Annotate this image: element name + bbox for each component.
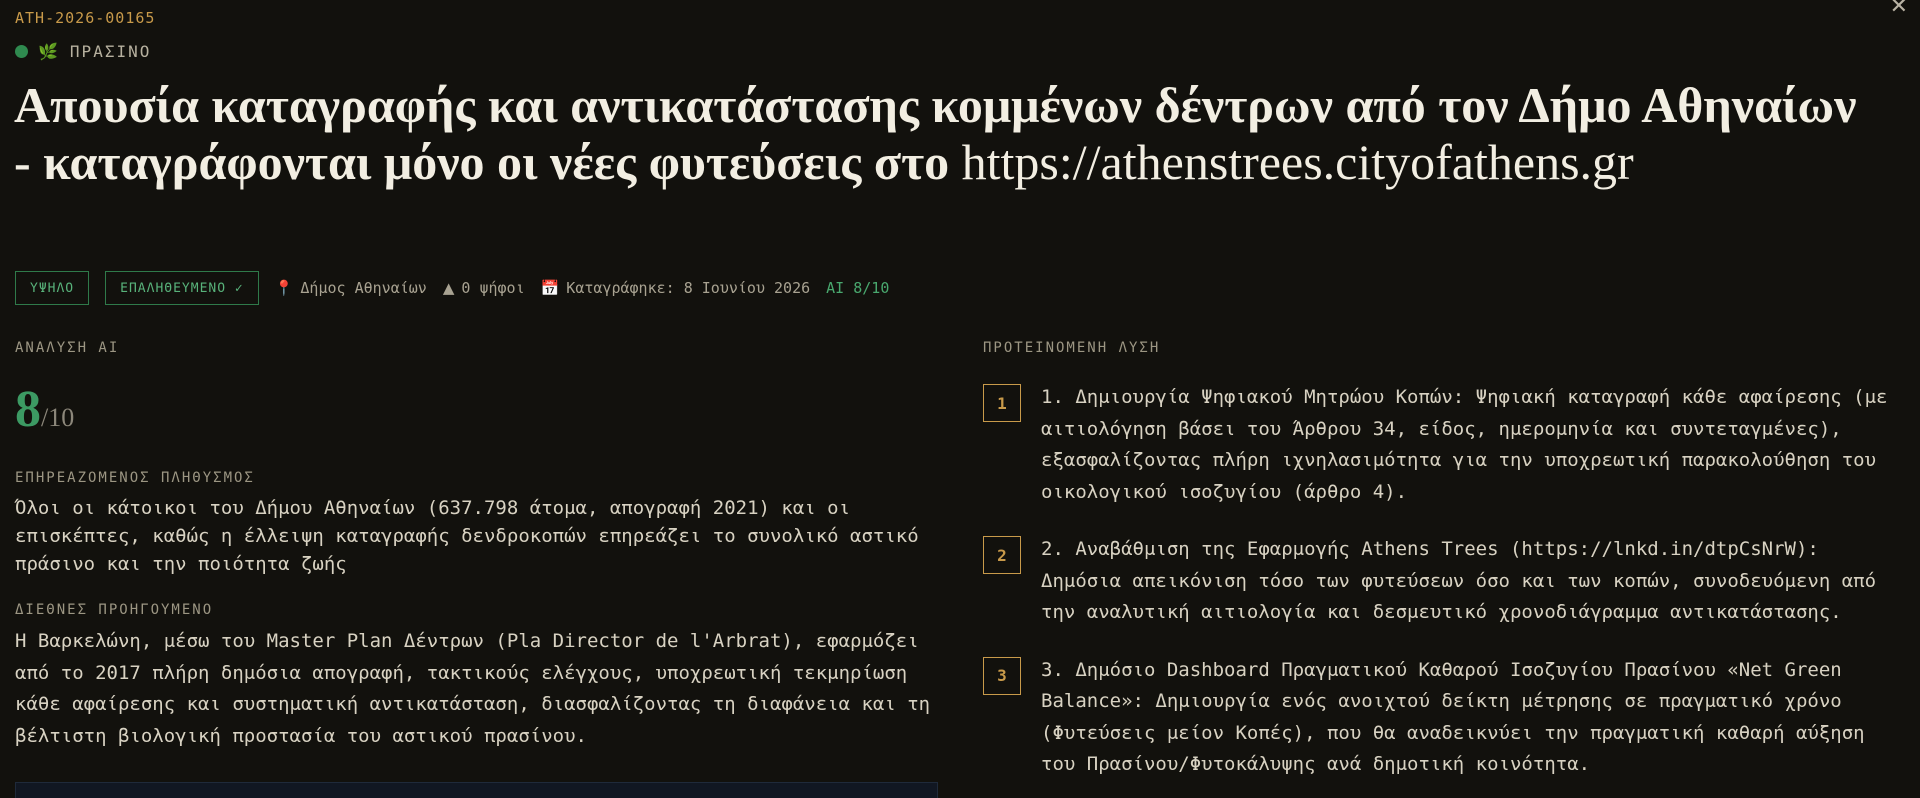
verified-badge: ΕΠΑΛΗΘΕΥΜΕΝΟ ✓: [105, 271, 259, 305]
solution-heading: ΠΡΟΤΕΙΝΟΜΕΝΗ ΛΥΣΗ: [983, 340, 1161, 356]
status-dot-icon: [15, 45, 28, 58]
location-text: Δήμος Αθηναίων: [300, 279, 427, 297]
solution-item: 1 1. Δημιουργία Ψηφιακού Μητρώου Κοπών: …: [983, 382, 1903, 508]
solution-item: 2 2. Αναβάθμιση της Εφαρμογής Athens Tre…: [983, 534, 1903, 629]
close-icon[interactable]: ✕: [1890, 0, 1908, 18]
upvote-icon[interactable]: ▲: [443, 279, 455, 297]
meta-row: ΥΨΗΛΟ ΕΠΑΛΗΘΕΥΜΕΝΟ ✓ 📍 Δήμος Αθηναίων ▲ …: [15, 271, 889, 305]
precedent-text: Η Βαρκελώνη, μέσω του Master Plan Δέντρω…: [15, 630, 931, 747]
priority-badge: ΥΨΗΛΟ: [15, 271, 90, 305]
issue-reference: ATH-2026-00165: [15, 9, 156, 27]
ai-score: 8 /10: [15, 384, 940, 436]
solution-text: 1. Δημιουργία Ψηφιακού Μητρώου Κοπών: Ψη…: [1041, 386, 1888, 503]
score-max: /10: [41, 403, 75, 432]
pin-icon: 📍: [274, 279, 294, 297]
precedent-heading: ΔΙΕΘΝΕΣ ΠΡΟΗΓΟΥΜΕΝΟ: [15, 602, 214, 618]
analysis-column: ΑΝΑΛΥΣΗ AI 8 /10 ΕΠΗΡΕΑΖΟΜΕΝΟΣ ΠΛΗΘΥΣΜΟΣ…: [15, 340, 940, 752]
recorded-text: Καταγράφηκε: 8 Ιουνίου 2026: [566, 279, 811, 297]
solution-item: 3 3. Δημόσιο Dashboard Πραγματικού Καθαρ…: [983, 655, 1903, 781]
category-tag: 🌿 ΠΡΑΣΙΝΟ: [15, 42, 151, 61]
page-title: Απουσία καταγραφής και αντικατάστασης κο…: [14, 77, 1874, 191]
score-value: 8: [15, 381, 41, 438]
solution-number-badge: 3: [983, 656, 1021, 695]
solution-number-badge: 2: [983, 536, 1021, 574]
solution-text: 2. Αναβάθμιση της Εφαρμογής Athens Trees…: [1041, 538, 1877, 623]
calendar-icon: 📅: [540, 279, 560, 297]
analysis-heading: ΑΝΑΛΥΣΗ AI: [15, 340, 120, 356]
population-text: Όλοι οι κάτοικοι του Δήμου Αθηναίων (637…: [15, 497, 919, 575]
solution-column: ΠΡΟΤΕΙΝΟΜΕΝΗ ΛΥΣΗ 1 1. Δημιουργία Ψηφιακ…: [983, 340, 1903, 798]
population-heading: ΕΠΗΡΕΑΖΟΜΕΝΟΣ ΠΛΗΘΥΣΜΟΣ: [15, 470, 255, 486]
ai-score-meta: AI 8/10: [826, 279, 890, 297]
votes-meta[interactable]: ▲ 0 ψήφοι: [443, 279, 525, 297]
votes-text: 0 ψήφοι: [461, 279, 525, 297]
category-label: ΠΡΑΣΙΝΟ: [69, 42, 152, 61]
recorded-meta: 📅 Καταγράφηκε: 8 Ιουνίου 2026: [541, 279, 811, 297]
solution-number-badge: 1: [983, 384, 1021, 422]
leaf-icon: 🌿: [38, 42, 60, 61]
solution-list: 1 1. Δημιουργία Ψηφιακού Μητρώου Κοπών: …: [983, 382, 1903, 781]
title-url[interactable]: https://athenstrees.cityofathens.gr: [962, 134, 1634, 190]
location-meta: 📍 Δήμος Αθηναίων: [275, 279, 427, 297]
bottom-panel: [15, 782, 938, 798]
solution-text: 3. Δημόσιο Dashboard Πραγματικού Καθαρού…: [1041, 658, 1865, 776]
